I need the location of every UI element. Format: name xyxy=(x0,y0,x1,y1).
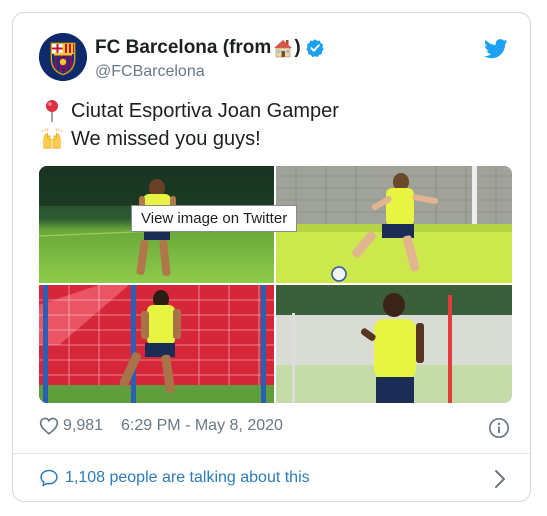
heart-icon[interactable] xyxy=(39,417,59,435)
training-photo-4[interactable] xyxy=(276,285,512,403)
tweet-card: FC Barcelona (from ) @FCBarcelona Ciutat… xyxy=(12,12,531,502)
training-photo-3-image xyxy=(39,285,274,403)
twitter-bird-icon[interactable] xyxy=(484,39,508,59)
training-photo-2-image xyxy=(276,166,512,283)
avatar[interactable] xyxy=(39,33,87,81)
display-name-suffix: ) xyxy=(294,37,301,58)
like-count[interactable]: 9,981 xyxy=(63,417,103,435)
training-photo-4-image xyxy=(276,285,512,403)
tweet-text-line-1: Ciutat Esportiva Joan Gamper xyxy=(41,99,339,123)
conversation-count-text: 1,108 people are talking about this xyxy=(65,469,310,486)
chevron-right-icon[interactable] xyxy=(494,469,506,489)
tweet-location-text: Ciutat Esportiva Joan Gamper xyxy=(71,99,339,122)
round-pushpin-icon xyxy=(46,100,58,122)
raising-hands-icon xyxy=(41,128,63,149)
fc-barcelona-crest-icon xyxy=(39,33,87,81)
tweet-message-text: We missed you guys! xyxy=(71,127,261,150)
account-name-row[interactable]: FC Barcelona (from ) xyxy=(95,37,325,59)
view-image-tooltip: View image on Twitter xyxy=(131,205,298,232)
verified-badge-icon xyxy=(305,39,324,57)
tweet-timestamp[interactable]: 6:29 PM - May 8, 2020 xyxy=(121,417,283,435)
media-grid xyxy=(39,166,512,403)
speech-bubble-icon xyxy=(40,469,58,487)
display-name[interactable]: FC Barcelona (from xyxy=(95,37,271,59)
training-photo-2[interactable] xyxy=(276,166,512,283)
tweet-meta-row: 9,981 6:29 PM - May 8, 2020 xyxy=(39,417,283,435)
divider xyxy=(13,453,530,454)
info-icon[interactable] xyxy=(488,417,510,439)
conversation-link[interactable]: 1,108 people are talking about this xyxy=(39,468,310,488)
tweet-text-line-2: We missed you guys! xyxy=(41,127,261,151)
training-photo-3[interactable] xyxy=(39,285,274,403)
house-icon xyxy=(274,40,293,58)
account-handle[interactable]: @FCBarcelona xyxy=(95,63,205,81)
